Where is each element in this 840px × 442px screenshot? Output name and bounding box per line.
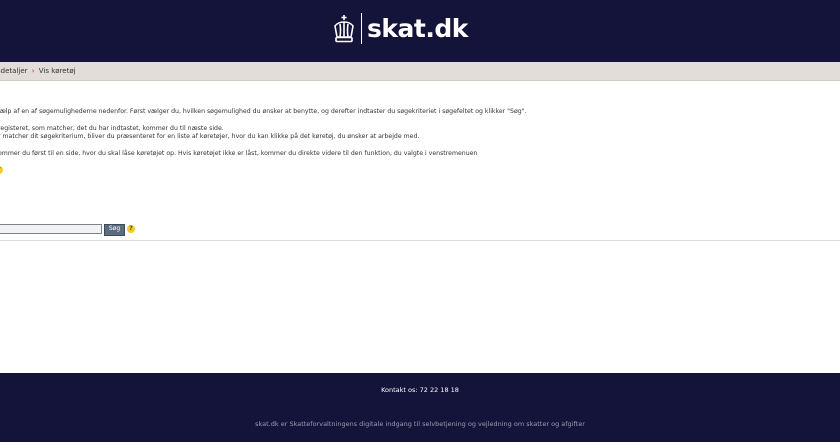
footer-tagline: skat.dk er Skatteforvaltningens digitale…	[255, 420, 585, 428]
breadcrumb-separator: ›	[31, 67, 35, 75]
logo-text: skat.dk	[367, 13, 468, 43]
search-button[interactable]: Søg	[104, 224, 125, 236]
crown-icon	[334, 14, 354, 42]
help-icon[interactable]: ?	[0, 166, 3, 174]
intro-line-2: registeret, som matcher, det du har indt…	[0, 125, 224, 132]
search-input[interactable]	[0, 224, 102, 234]
content-divider	[0, 240, 840, 241]
logo-divider	[361, 13, 362, 44]
breadcrumb-item-details[interactable]: sdetaljer	[0, 67, 28, 75]
breadcrumb: sdetaljer › Vis køretøj	[0, 62, 840, 81]
site-header: skat.dk	[0, 0, 840, 62]
intro-line-4: ommer du først til en side, hvor du skal…	[0, 150, 478, 157]
footer-contact: Kontakt os: 72 22 18 18	[381, 386, 459, 394]
search-help-icon[interactable]: ?	[127, 225, 135, 233]
intro-line-3: r matcher dit søgekriterium, bliver du p…	[0, 133, 420, 140]
skat-logo[interactable]: skat.dk	[332, 13, 468, 44]
breadcrumb-item-vis-koeretoej: Vis køretøj	[38, 67, 76, 75]
intro-line-1: jælp af en af søgemulighederne nedenfor.…	[0, 108, 527, 115]
site-footer: Kontakt os: 72 22 18 18 skat.dk er Skatt…	[0, 373, 840, 442]
